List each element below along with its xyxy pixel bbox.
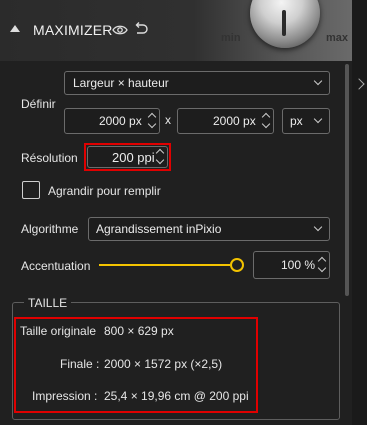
resolution-value: 200 ppi (112, 150, 155, 165)
define-mode-value: Largeur × hauteur (73, 76, 169, 90)
chevron-down-icon (313, 76, 323, 86)
eye-icon[interactable] (112, 22, 128, 38)
spin-down-icon[interactable] (155, 155, 165, 165)
spin-down-icon[interactable] (147, 119, 157, 129)
enlarge-label: Agrandir pour remplir (48, 184, 161, 198)
algorithm-select[interactable]: Agrandissement inPixio (88, 217, 330, 241)
chevron-down-icon (313, 222, 323, 232)
sharpening-value: 100 % (281, 258, 316, 272)
knob-max-label: max (326, 32, 349, 44)
define-mode-select[interactable]: Largeur × hauteur (64, 71, 330, 95)
width-field[interactable]: 2000 px (64, 108, 160, 134)
unit-value: px (290, 114, 303, 128)
final-size-label: Finale : (60, 357, 100, 371)
knob-indicator (282, 10, 286, 36)
spin-down-icon[interactable] (261, 119, 271, 129)
chevron-down-icon (313, 114, 323, 124)
height-value: 2000 px (213, 114, 256, 128)
sharpening-label: Accentuation (21, 259, 91, 273)
maximizer-header: MAXIMIZER min max (0, 0, 352, 61)
print-size-value: 25,4 × 19,96 cm @ 200 ppi (104, 389, 249, 403)
resolution-label: Résolution (21, 151, 78, 165)
undo-icon[interactable] (133, 21, 149, 37)
define-label: Définir (21, 97, 56, 111)
unit-select[interactable]: px (282, 108, 330, 134)
algorithm-label: Algorithme (21, 222, 79, 236)
width-value: 2000 px (99, 114, 142, 128)
enlarge-checkbox[interactable] (22, 181, 40, 199)
print-size-label: Impression : (32, 389, 98, 403)
side-gutter (352, 0, 367, 425)
final-size-value: 2000 × 1572 px (×2,5) (104, 357, 223, 371)
knob-min-label: min (221, 32, 241, 44)
original-size-label: Taille originale (20, 324, 97, 338)
algorithm-value: Agrandissement inPixio (96, 222, 222, 236)
sharpening-slider-track[interactable] (99, 264, 230, 266)
sharpening-slider-handle[interactable] (230, 258, 244, 272)
size-group-title: TAILLE (24, 296, 72, 310)
panel-title: MAXIMIZER (33, 22, 113, 38)
times-symbol: x (165, 113, 171, 127)
sharpening-field[interactable]: 100 % (253, 251, 330, 279)
scrollbar[interactable] (345, 64, 349, 296)
chevron-right-icon[interactable] (353, 78, 365, 90)
collapse-triangle-icon[interactable] (10, 25, 20, 32)
resolution-field[interactable]: 200 ppi (87, 146, 168, 168)
height-field[interactable]: 2000 px (177, 108, 274, 134)
spin-down-icon[interactable] (317, 263, 327, 273)
strength-knob[interactable] (250, 0, 320, 48)
original-size-value: 800 × 629 px (104, 324, 174, 338)
